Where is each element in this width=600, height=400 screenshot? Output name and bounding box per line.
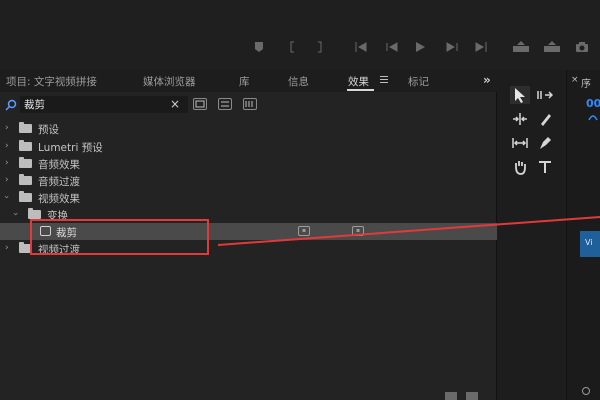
highlight-arrow-line (217, 216, 600, 246)
